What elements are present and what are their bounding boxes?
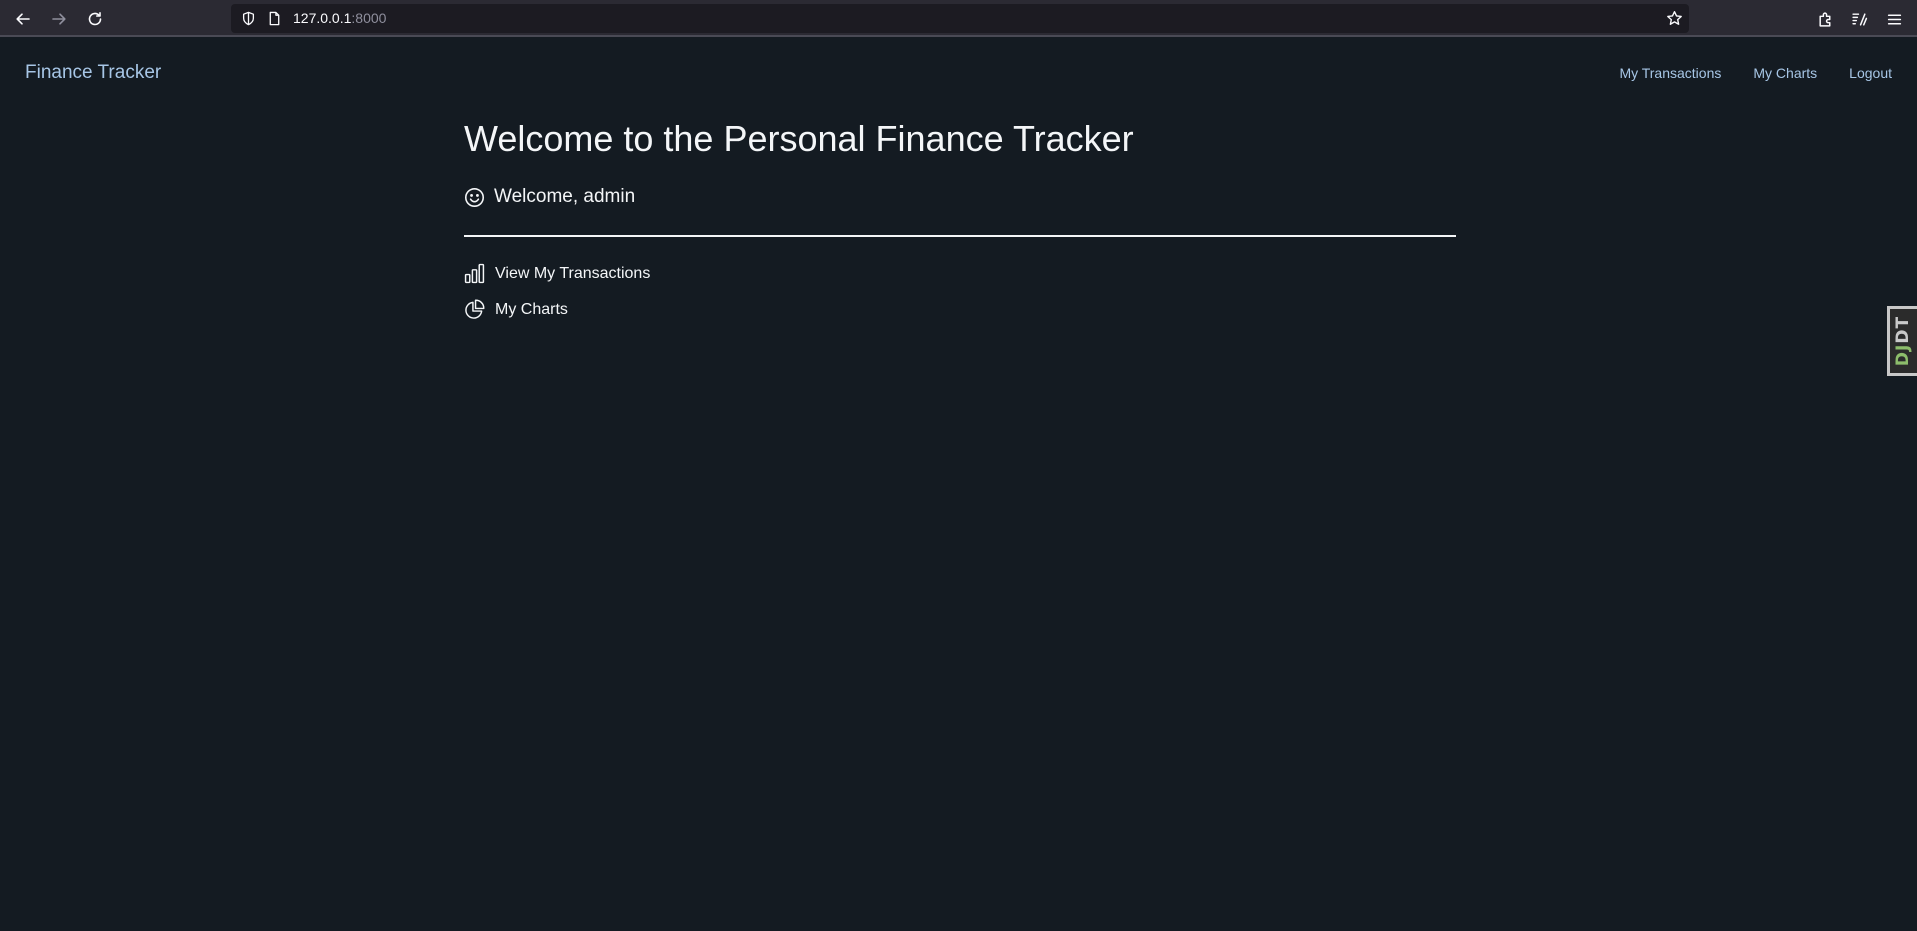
my-charts-label: My Charts	[495, 300, 568, 318]
divider-rule	[464, 235, 1456, 237]
view-transactions-label: View My Transactions	[495, 264, 651, 282]
extensions-icon[interactable]	[1814, 8, 1836, 30]
nav-links: My Transactions My Charts Logout	[1619, 65, 1892, 81]
nav-link-my-transactions[interactable]: My Transactions	[1619, 65, 1721, 81]
djdt-toolbar-handle[interactable]: DJDT	[1887, 306, 1917, 376]
page-title: Welcome to the Personal Finance Tracker	[464, 118, 1134, 159]
djdt-label: DJDT	[1894, 316, 1914, 366]
reload-icon[interactable]	[82, 6, 108, 32]
pie-chart-icon	[464, 299, 485, 320]
browser-toolbar: 127.0.0.1:8000	[0, 0, 1917, 37]
back-arrow-icon[interactable]	[10, 6, 36, 32]
djdt-dt: DT	[1893, 315, 1914, 344]
brand-link[interactable]: Finance Tracker	[25, 62, 161, 84]
page-icon	[267, 11, 282, 30]
bar-chart-icon	[464, 263, 485, 284]
smiley-icon	[464, 187, 485, 208]
shield-icon[interactable]	[241, 11, 256, 30]
nav-link-my-charts[interactable]: My Charts	[1753, 65, 1817, 81]
reader-view-icon[interactable]	[1848, 8, 1870, 30]
address-bar[interactable]: 127.0.0.1:8000	[231, 4, 1689, 33]
nav-link-logout[interactable]: Logout	[1849, 65, 1892, 81]
app-navbar: Finance Tracker My Transactions My Chart…	[0, 37, 1917, 109]
url-text[interactable]: 127.0.0.1:8000	[293, 10, 386, 27]
url-port: :8000	[351, 10, 387, 26]
star-icon[interactable]	[1666, 10, 1683, 31]
my-charts-link[interactable]: My Charts	[464, 299, 568, 320]
view-transactions-link[interactable]: View My Transactions	[464, 263, 650, 284]
welcome-row: Welcome, admin	[464, 186, 635, 208]
welcome-text: Welcome, admin	[494, 186, 636, 207]
forward-arrow-icon[interactable]	[46, 6, 72, 32]
djdt-dj: DJ	[1893, 343, 1914, 367]
hamburger-menu-icon[interactable]	[1883, 8, 1905, 30]
url-host: 127.0.0.1	[293, 10, 352, 26]
